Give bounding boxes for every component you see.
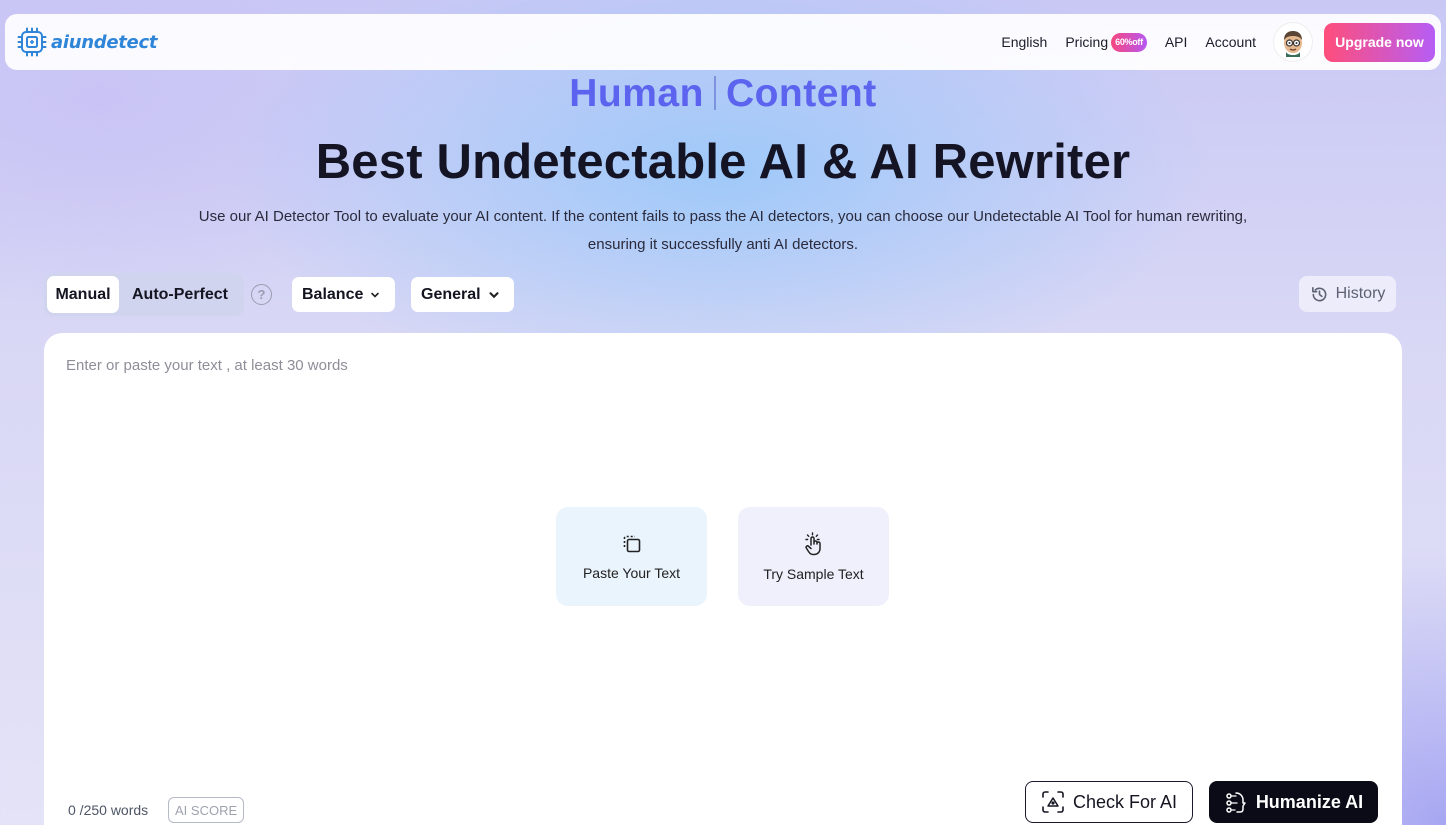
nav-pricing[interactable]: Pricing 60%off: [1065, 32, 1147, 52]
history-label: History: [1335, 285, 1386, 302]
mode-toggle: Manual Auto-Perfect: [44, 273, 244, 316]
paste-icon: [623, 535, 640, 552]
ai-score-badge: AI SCORE: [168, 797, 245, 823]
chevron-down-icon: [489, 291, 499, 298]
humanize-label: Humanize AI: [1255, 791, 1364, 812]
nav-api[interactable]: API: [1165, 34, 1188, 50]
logo[interactable]: aiundetect: [17, 27, 157, 57]
hero-word-content: Content: [725, 72, 877, 115]
top-navbar: aiundetect English Pricing 60%off API Ac…: [5, 14, 1441, 70]
hero-word-human: Human: [569, 72, 704, 115]
purpose-dropdown[interactable]: General: [411, 277, 514, 312]
strength-dropdown[interactable]: Balance: [292, 277, 395, 312]
check-for-ai-button[interactable]: Check For AI: [1025, 781, 1193, 823]
chip-logo-icon: [17, 27, 47, 57]
page-title: Best Undetectable AI & AI Rewriter: [315, 135, 1131, 189]
mode-auto-perfect-tab[interactable]: Auto-Perfect: [119, 276, 241, 313]
help-icon[interactable]: ?: [251, 284, 272, 305]
nav-pricing-label: Pricing: [1065, 34, 1109, 50]
history-button[interactable]: History: [1299, 276, 1396, 312]
discount-badge: 60%off: [1111, 32, 1147, 52]
check-label: Check For AI: [1072, 791, 1178, 812]
chevron-down-icon: [371, 292, 380, 298]
avatar[interactable]: [1274, 23, 1312, 61]
strength-selected: Balance: [302, 285, 364, 303]
upgrade-button[interactable]: Upgrade now: [1324, 22, 1435, 62]
try-sample-button[interactable]: Try Sample Text: [738, 507, 889, 606]
user-avatar: [1284, 31, 1302, 57]
editor-card: Paste Your Text Try Sample Text 0 /250 w…: [44, 333, 1402, 825]
humanize-icon: [1226, 792, 1246, 813]
humanize-ai-button[interactable]: Humanize AI: [1209, 781, 1378, 823]
hero-description: Use our AI Detector Tool to evaluate you…: [198, 208, 1248, 253]
logo-text: aiundetect: [51, 31, 158, 53]
nav-language[interactable]: English: [1001, 34, 1047, 50]
ai-scan-icon: [1042, 791, 1064, 813]
history-icon: [1311, 286, 1327, 301]
nav-menu: English Pricing 60%off API Account Upgra…: [1001, 22, 1435, 62]
typing-cursor: [713, 76, 716, 110]
hero-animated-heading: Human Content: [0, 72, 1446, 116]
word-counter: 0 /250 words: [68, 802, 149, 818]
sample-label: Try Sample Text: [763, 565, 864, 582]
nav-account[interactable]: Account: [1205, 34, 1256, 50]
tap-hand-icon: [804, 531, 821, 555]
paste-text-button[interactable]: Paste Your Text: [556, 507, 707, 606]
purpose-selected: General: [421, 285, 481, 303]
paste-label: Paste Your Text: [582, 564, 681, 581]
mode-manual-tab[interactable]: Manual: [47, 276, 119, 313]
text-input[interactable]: [66, 357, 1376, 747]
